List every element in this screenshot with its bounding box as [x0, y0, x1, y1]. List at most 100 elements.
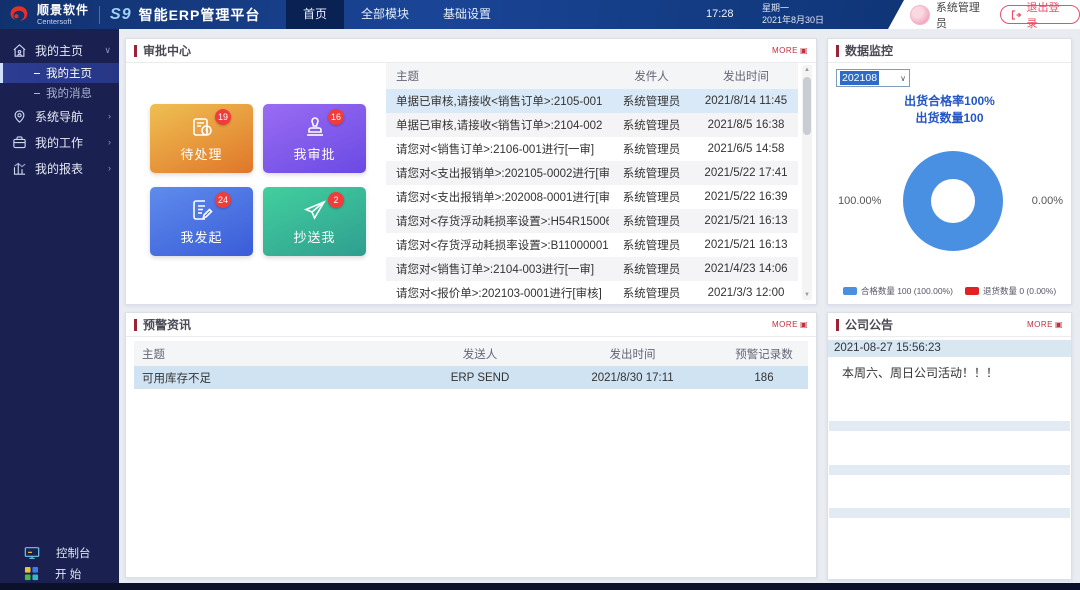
notice-date[interactable]: 2021-08-27 15:56:23: [828, 340, 1071, 357]
start-label: 开 始: [55, 566, 81, 582]
col-subject: 主题: [134, 346, 415, 362]
logout-label: 退出登录: [1026, 0, 1070, 31]
map-pin-icon: [12, 109, 27, 124]
table-row[interactable]: 单据已审核,请接收<销售订单>:2104-002 系统管理员 2021/8/5 …: [386, 113, 798, 137]
tile-cc-to-me[interactable]: 2 抄送我: [263, 187, 366, 256]
clock-date: 星期一 2021年8月30日: [762, 3, 824, 26]
period-dropdown[interactable]: 202108 ∨: [836, 69, 910, 87]
more-icon: ▣: [1055, 320, 1063, 329]
table-row[interactable]: 单据已审核,请接收<销售订单>:2105-001 系统管理员 2021/8/14…: [386, 89, 798, 113]
logout-icon: [1010, 9, 1022, 21]
chevron-down-icon: ∨: [104, 45, 111, 56]
table-row[interactable]: 请您对<支出报销单>:202008-0001进行[审核] 系统管理员 2021/…: [386, 185, 798, 209]
scroll-down-icon[interactable]: ▼: [804, 290, 810, 300]
more-link[interactable]: MORE ▣: [772, 320, 808, 329]
table-row[interactable]: 可用库存不足 ERP SEND 2021/8/30 17:11 186: [134, 366, 808, 389]
logout-button[interactable]: 退出登录: [1000, 5, 1080, 24]
notice-content: 本周六、周日公司活动！！！: [828, 357, 1071, 390]
donut-label-right: 0.00%: [1032, 195, 1063, 207]
row-subject: 请您对<销售订单>:2104-003进行[一审]: [386, 261, 609, 277]
col-time: 发出时间: [545, 346, 720, 362]
title-bar-accent: [134, 319, 137, 331]
tab-home[interactable]: 首页: [286, 0, 344, 29]
more-icon: ▣: [800, 46, 808, 55]
table-row[interactable]: 请您对<支出报销单>:202105-0002进行[审核] 系统管理员 2021/…: [386, 161, 798, 185]
chevron-right-icon: ›: [108, 163, 111, 173]
title-bar-accent: [836, 45, 839, 57]
sidebar-item-my-home[interactable]: 我的主页 ∨: [0, 37, 119, 63]
logo-divider: [99, 6, 100, 24]
table-scrollbar[interactable]: ▲ ▼: [802, 65, 812, 300]
sidebar-subitem-label: 我的消息: [46, 85, 92, 101]
chevron-down-icon: ∨: [900, 74, 906, 83]
row-subject: 请您对<支出报销单>:202008-0001进行[审核]: [386, 189, 609, 205]
top-header: 顺景软件 Centersoft S9 智能ERP管理平台 首页 全部模块 基础设…: [0, 0, 1080, 29]
table-row[interactable]: 请您对<存货浮动耗损率设置>:B11000001进行[审核] 系统管理员 202…: [386, 233, 798, 257]
sidebar-item-my-work[interactable]: 我的工作 ›: [0, 129, 119, 155]
table-row[interactable]: 请您对<存货浮动耗损率设置>:H54R15006002进行[审核] 系统管理员 …: [386, 209, 798, 233]
more-link[interactable]: MORE ▣: [772, 46, 808, 55]
badge-count: 19: [215, 109, 231, 125]
more-label: MORE: [1027, 320, 1053, 329]
row-time: 2021/5/21 16:13: [694, 239, 798, 251]
col-time: 发出时间: [694, 68, 798, 84]
tile-initiated-by-me[interactable]: 24 我发起: [150, 187, 253, 256]
start-button[interactable]: 开 始: [0, 563, 119, 584]
paper-plane-icon: [303, 198, 327, 222]
tab-basic-settings[interactable]: 基础设置: [426, 0, 508, 29]
chevron-right-icon: ›: [108, 111, 111, 121]
logo-en: Centersoft: [37, 18, 89, 26]
sidebar-subitem-my-messages[interactable]: 我的消息: [0, 83, 119, 103]
sidebar-item-system-nav[interactable]: 系统导航 ›: [0, 103, 119, 129]
row-sender: 系统管理员: [609, 285, 694, 301]
s9-logo: S9: [110, 6, 132, 24]
legend-label: 合格数量 100 (100.00%): [861, 285, 953, 297]
table-row[interactable]: 请您对<销售订单>:2104-003进行[一审] 系统管理员 2021/4/23…: [386, 257, 798, 281]
user-area: 系统管理员 退出登录: [888, 0, 1080, 29]
scrollbar-thumb[interactable]: [803, 77, 811, 135]
donut-label-left: 100.00%: [838, 195, 881, 207]
stamp-icon: [303, 115, 327, 139]
briefcase-icon: [12, 135, 27, 150]
tile-pending[interactable]: 19 待处理: [150, 104, 253, 173]
card-title: 预警资讯: [143, 316, 191, 333]
legend-label: 退货数量 0 (0.00%): [983, 285, 1056, 297]
table-row[interactable]: 请您对<报价单>:202103-0001进行[审核] 系统管理员 2021/3/…: [386, 281, 798, 305]
console-button[interactable]: 控制台: [0, 542, 119, 563]
window-bottom-bar: [0, 583, 1080, 590]
sidebar-item-my-reports[interactable]: 我的报表 ›: [0, 155, 119, 181]
sidebar-item-label: 我的主页: [35, 42, 83, 59]
tile-my-approvals[interactable]: 16 我审批: [263, 104, 366, 173]
row-subject: 请您对<存货浮动耗损率设置>:H54R15006002进行[审核]: [386, 213, 609, 229]
card-title: 审批中心: [143, 42, 191, 59]
col-sender: 发送人: [415, 346, 545, 362]
row-subject: 单据已审核,请接收<销售订单>:2105-001: [386, 93, 609, 109]
row-time: 2021/3/3 12:00: [694, 287, 798, 299]
title-bar-accent: [836, 319, 839, 331]
clock-time: 17:28: [706, 0, 734, 29]
user-avatar[interactable]: [910, 5, 930, 25]
more-link[interactable]: MORE ▣: [1027, 320, 1063, 329]
card-header: 公司公告 MORE ▣: [828, 313, 1071, 337]
sidebar-subitem-label: 我的主页: [46, 65, 92, 81]
username: 系统管理员: [936, 0, 991, 31]
tab-all-modules[interactable]: 全部模块: [344, 0, 426, 29]
clipboard-clock-icon: [190, 115, 214, 139]
weekday: 星期一: [762, 3, 824, 15]
sidebar-subitem-my-home[interactable]: 我的主页: [0, 63, 119, 83]
logo-cn: 顺景软件: [37, 4, 89, 16]
scroll-up-icon[interactable]: ▲: [804, 65, 810, 75]
shipment-stats: 出货合格率100% 出货数量100: [828, 93, 1071, 127]
table-header-row: 主题 发送人 发出时间 预警记录数: [134, 341, 808, 366]
legend-swatch-red: [965, 287, 979, 295]
table-row[interactable]: 请您对<销售订单>:2106-001进行[一审] 系统管理员 2021/6/5 …: [386, 137, 798, 161]
sidebar-item-label: 系统导航: [35, 108, 83, 125]
row-time: 2021/8/5 16:38: [694, 119, 798, 131]
chart-legend: 合格数量 100 (100.00%) 退货数量 0 (0.00%): [828, 285, 1071, 297]
company-logo-icon: [8, 4, 30, 26]
notice-empty-row: [829, 465, 1070, 475]
row-subject: 请您对<报价单>:202103-0001进行[审核]: [386, 285, 609, 301]
document-edit-icon: [190, 198, 214, 222]
row-sender: 系统管理员: [609, 237, 694, 253]
alerts-table: 主题 发送人 发出时间 预警记录数 可用库存不足 ERP SEND 2021/8…: [134, 341, 808, 389]
